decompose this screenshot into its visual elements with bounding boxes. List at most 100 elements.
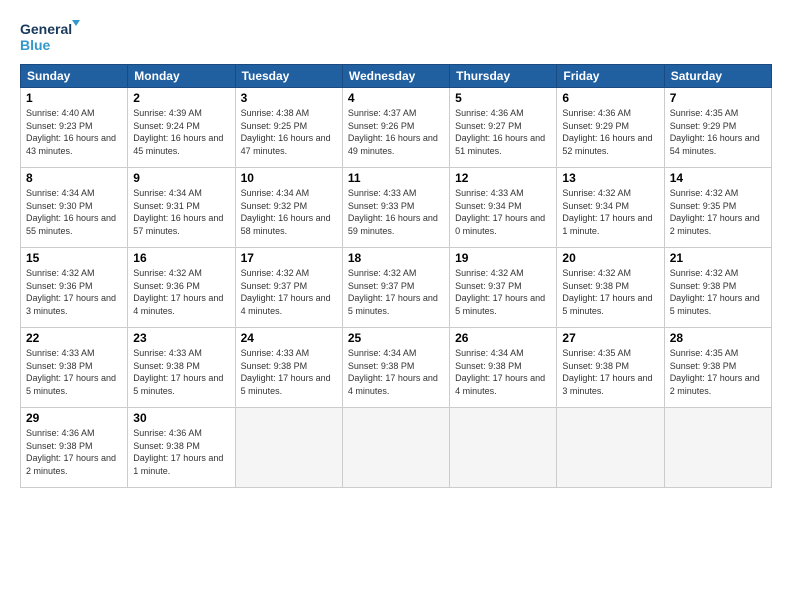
- calendar-cell: 19 Sunrise: 4:32 AMSunset: 9:37 PMDaylig…: [450, 248, 557, 328]
- day-number: 29: [26, 411, 122, 425]
- day-info: Sunrise: 4:35 AMSunset: 9:38 PMDaylight:…: [562, 347, 658, 397]
- day-number: 14: [670, 171, 766, 185]
- calendar-cell: 12 Sunrise: 4:33 AMSunset: 9:34 PMDaylig…: [450, 168, 557, 248]
- day-info: Sunrise: 4:32 AMSunset: 9:38 PMDaylight:…: [670, 267, 766, 317]
- day-info: Sunrise: 4:32 AMSunset: 9:36 PMDaylight:…: [26, 267, 122, 317]
- day-info: Sunrise: 4:33 AMSunset: 9:38 PMDaylight:…: [133, 347, 229, 397]
- calendar-cell: [450, 408, 557, 488]
- col-thursday: Thursday: [450, 65, 557, 88]
- calendar-cell: [342, 408, 449, 488]
- calendar-table: Sunday Monday Tuesday Wednesday Thursday…: [20, 64, 772, 488]
- day-number: 7: [670, 91, 766, 105]
- day-info: Sunrise: 4:33 AMSunset: 9:33 PMDaylight:…: [348, 187, 444, 237]
- day-info: Sunrise: 4:36 AMSunset: 9:27 PMDaylight:…: [455, 107, 551, 157]
- calendar-week-row: 15 Sunrise: 4:32 AMSunset: 9:36 PMDaylig…: [21, 248, 772, 328]
- day-number: 20: [562, 251, 658, 265]
- svg-text:General: General: [20, 21, 72, 37]
- calendar-header-row: Sunday Monday Tuesday Wednesday Thursday…: [21, 65, 772, 88]
- calendar-cell: 11 Sunrise: 4:33 AMSunset: 9:33 PMDaylig…: [342, 168, 449, 248]
- day-info: Sunrise: 4:34 AMSunset: 9:30 PMDaylight:…: [26, 187, 122, 237]
- day-info: Sunrise: 4:33 AMSunset: 9:38 PMDaylight:…: [26, 347, 122, 397]
- day-number: 26: [455, 331, 551, 345]
- day-number: 6: [562, 91, 658, 105]
- day-number: 11: [348, 171, 444, 185]
- calendar-cell: 10 Sunrise: 4:34 AMSunset: 9:32 PMDaylig…: [235, 168, 342, 248]
- calendar-cell: 6 Sunrise: 4:36 AMSunset: 9:29 PMDayligh…: [557, 88, 664, 168]
- day-number: 8: [26, 171, 122, 185]
- day-info: Sunrise: 4:36 AMSunset: 9:38 PMDaylight:…: [26, 427, 122, 477]
- day-number: 19: [455, 251, 551, 265]
- day-info: Sunrise: 4:35 AMSunset: 9:29 PMDaylight:…: [670, 107, 766, 157]
- day-info: Sunrise: 4:32 AMSunset: 9:34 PMDaylight:…: [562, 187, 658, 237]
- calendar-cell: 28 Sunrise: 4:35 AMSunset: 9:38 PMDaylig…: [664, 328, 771, 408]
- calendar-cell: 16 Sunrise: 4:32 AMSunset: 9:36 PMDaylig…: [128, 248, 235, 328]
- day-number: 23: [133, 331, 229, 345]
- calendar-cell: 21 Sunrise: 4:32 AMSunset: 9:38 PMDaylig…: [664, 248, 771, 328]
- calendar-cell: 14 Sunrise: 4:32 AMSunset: 9:35 PMDaylig…: [664, 168, 771, 248]
- col-wednesday: Wednesday: [342, 65, 449, 88]
- day-info: Sunrise: 4:36 AMSunset: 9:29 PMDaylight:…: [562, 107, 658, 157]
- calendar-cell: 23 Sunrise: 4:33 AMSunset: 9:38 PMDaylig…: [128, 328, 235, 408]
- day-info: Sunrise: 4:39 AMSunset: 9:24 PMDaylight:…: [133, 107, 229, 157]
- day-info: Sunrise: 4:36 AMSunset: 9:38 PMDaylight:…: [133, 427, 229, 477]
- svg-text:Blue: Blue: [20, 37, 51, 53]
- col-friday: Friday: [557, 65, 664, 88]
- day-number: 13: [562, 171, 658, 185]
- col-monday: Monday: [128, 65, 235, 88]
- calendar-cell: 26 Sunrise: 4:34 AMSunset: 9:38 PMDaylig…: [450, 328, 557, 408]
- calendar-week-row: 1 Sunrise: 4:40 AMSunset: 9:23 PMDayligh…: [21, 88, 772, 168]
- calendar-cell: 22 Sunrise: 4:33 AMSunset: 9:38 PMDaylig…: [21, 328, 128, 408]
- calendar-cell: 29 Sunrise: 4:36 AMSunset: 9:38 PMDaylig…: [21, 408, 128, 488]
- day-number: 1: [26, 91, 122, 105]
- day-number: 16: [133, 251, 229, 265]
- day-info: Sunrise: 4:33 AMSunset: 9:34 PMDaylight:…: [455, 187, 551, 237]
- logo-svg: General Blue: [20, 16, 80, 56]
- day-info: Sunrise: 4:33 AMSunset: 9:38 PMDaylight:…: [241, 347, 337, 397]
- day-number: 18: [348, 251, 444, 265]
- calendar-cell: 1 Sunrise: 4:40 AMSunset: 9:23 PMDayligh…: [21, 88, 128, 168]
- calendar-cell: 8 Sunrise: 4:34 AMSunset: 9:30 PMDayligh…: [21, 168, 128, 248]
- day-info: Sunrise: 4:32 AMSunset: 9:37 PMDaylight:…: [455, 267, 551, 317]
- day-number: 2: [133, 91, 229, 105]
- day-number: 27: [562, 331, 658, 345]
- day-number: 3: [241, 91, 337, 105]
- calendar-week-row: 29 Sunrise: 4:36 AMSunset: 9:38 PMDaylig…: [21, 408, 772, 488]
- calendar-cell: 30 Sunrise: 4:36 AMSunset: 9:38 PMDaylig…: [128, 408, 235, 488]
- day-number: 5: [455, 91, 551, 105]
- calendar-week-row: 22 Sunrise: 4:33 AMSunset: 9:38 PMDaylig…: [21, 328, 772, 408]
- day-info: Sunrise: 4:34 AMSunset: 9:31 PMDaylight:…: [133, 187, 229, 237]
- col-saturday: Saturday: [664, 65, 771, 88]
- day-info: Sunrise: 4:32 AMSunset: 9:38 PMDaylight:…: [562, 267, 658, 317]
- calendar-cell: 24 Sunrise: 4:33 AMSunset: 9:38 PMDaylig…: [235, 328, 342, 408]
- day-number: 17: [241, 251, 337, 265]
- day-number: 21: [670, 251, 766, 265]
- calendar-cell: 2 Sunrise: 4:39 AMSunset: 9:24 PMDayligh…: [128, 88, 235, 168]
- day-number: 10: [241, 171, 337, 185]
- day-number: 22: [26, 331, 122, 345]
- col-tuesday: Tuesday: [235, 65, 342, 88]
- day-info: Sunrise: 4:34 AMSunset: 9:38 PMDaylight:…: [348, 347, 444, 397]
- calendar-cell: 13 Sunrise: 4:32 AMSunset: 9:34 PMDaylig…: [557, 168, 664, 248]
- day-number: 12: [455, 171, 551, 185]
- header: General Blue: [20, 16, 772, 56]
- day-info: Sunrise: 4:40 AMSunset: 9:23 PMDaylight:…: [26, 107, 122, 157]
- calendar-cell: 5 Sunrise: 4:36 AMSunset: 9:27 PMDayligh…: [450, 88, 557, 168]
- day-number: 25: [348, 331, 444, 345]
- day-info: Sunrise: 4:32 AMSunset: 9:37 PMDaylight:…: [348, 267, 444, 317]
- col-sunday: Sunday: [21, 65, 128, 88]
- day-info: Sunrise: 4:37 AMSunset: 9:26 PMDaylight:…: [348, 107, 444, 157]
- calendar-cell: 15 Sunrise: 4:32 AMSunset: 9:36 PMDaylig…: [21, 248, 128, 328]
- calendar-cell: [557, 408, 664, 488]
- calendar-cell: 27 Sunrise: 4:35 AMSunset: 9:38 PMDaylig…: [557, 328, 664, 408]
- day-info: Sunrise: 4:34 AMSunset: 9:38 PMDaylight:…: [455, 347, 551, 397]
- calendar-cell: 17 Sunrise: 4:32 AMSunset: 9:37 PMDaylig…: [235, 248, 342, 328]
- calendar-cell: 3 Sunrise: 4:38 AMSunset: 9:25 PMDayligh…: [235, 88, 342, 168]
- day-info: Sunrise: 4:35 AMSunset: 9:38 PMDaylight:…: [670, 347, 766, 397]
- calendar-cell: 25 Sunrise: 4:34 AMSunset: 9:38 PMDaylig…: [342, 328, 449, 408]
- calendar-cell: 7 Sunrise: 4:35 AMSunset: 9:29 PMDayligh…: [664, 88, 771, 168]
- page: General Blue Sunday Monday Tuesday Wedne…: [0, 0, 792, 612]
- day-number: 28: [670, 331, 766, 345]
- calendar-cell: 4 Sunrise: 4:37 AMSunset: 9:26 PMDayligh…: [342, 88, 449, 168]
- day-info: Sunrise: 4:32 AMSunset: 9:37 PMDaylight:…: [241, 267, 337, 317]
- logo: General Blue: [20, 16, 80, 56]
